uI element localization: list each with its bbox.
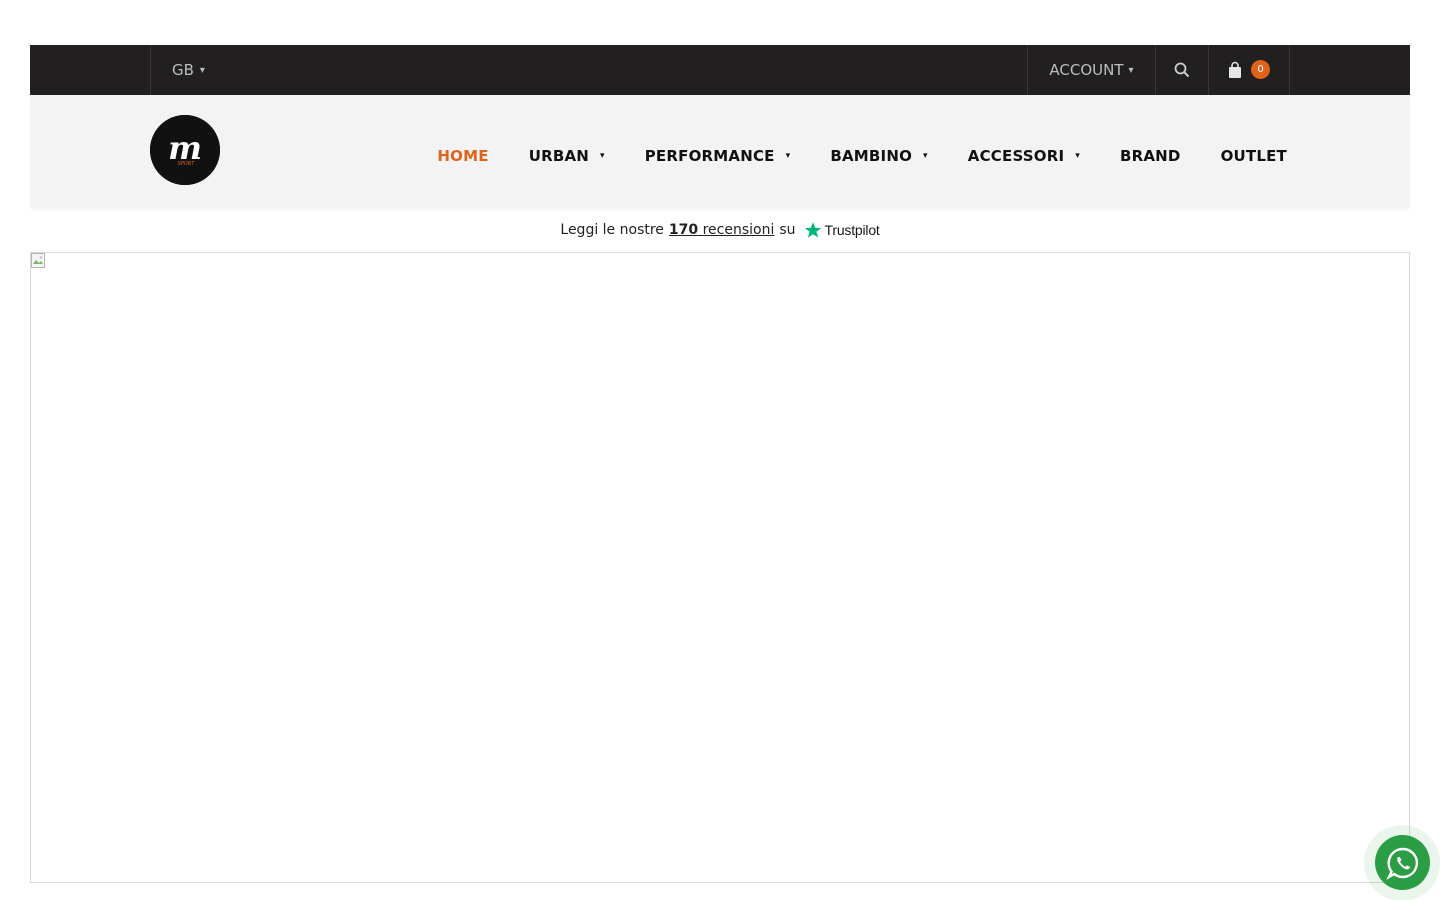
svg-text:SPORT: SPORT [178, 161, 196, 167]
reviews-count: 170 [668, 222, 699, 238]
chevron-down-icon: ▾ [923, 151, 928, 161]
nav-label: BAMBINO [830, 147, 913, 165]
language-selector[interactable]: GB ▾ [150, 45, 270, 95]
broken-image-icon [31, 253, 45, 268]
search-button[interactable] [1155, 45, 1208, 95]
trustpilot-logo[interactable]: Trustpilot [804, 221, 880, 239]
chevron-down-icon: ▾ [1075, 151, 1080, 161]
nav-label: HOME [437, 147, 489, 165]
site-logo[interactable]: m SPORT [150, 115, 220, 185]
cart-icon [1229, 61, 1241, 78]
logo-mark: m SPORT [150, 115, 220, 185]
star-icon [804, 222, 821, 238]
top-bar: GB ▾ ACCOUNT ▾ 0 [30, 45, 1410, 95]
nav-label: OUTLET [1220, 147, 1287, 165]
nav-home[interactable]: HOME [437, 147, 488, 165]
whatsapp-icon [1385, 847, 1418, 880]
chevron-down-icon: ▾ [600, 151, 605, 161]
reviews-link[interactable]: 170 recensioni [669, 222, 774, 238]
whatsapp-button[interactable] [1375, 835, 1430, 890]
search-icon [1174, 62, 1190, 78]
reviews-strip: Leggi le nostre 170 recensioni su Trustp… [0, 216, 1440, 244]
hero-banner[interactable] [30, 252, 1410, 883]
nav-label: PERFORMANCE [644, 147, 775, 165]
language-label: GB [172, 61, 194, 79]
chevron-down-icon: ▾ [785, 151, 791, 161]
reviews-suffix: su [779, 222, 796, 238]
cart-count-badge: 0 [1251, 60, 1270, 79]
top-bar-actions: ACCOUNT ▾ 0 [1027, 45, 1290, 95]
nav-outlet[interactable]: OUTLET [1221, 147, 1287, 165]
nav-label: BRAND [1119, 147, 1181, 165]
reviews-link-word: recensioni [702, 222, 775, 238]
nav-performance[interactable]: PERFORMANCE ▾ [645, 147, 791, 165]
nav-label: ACCESSORI [967, 147, 1065, 165]
nav-label: URBAN [528, 147, 590, 165]
nav-urban[interactable]: URBAN ▾ [529, 147, 605, 165]
nav-brand[interactable]: BRAND [1120, 147, 1181, 165]
reviews-prefix: Leggi le nostre [560, 222, 664, 238]
main-nav: HOME URBAN ▾ PERFORMANCE ▾ BAMBINO ▾ ACC… [437, 147, 1287, 165]
account-menu[interactable]: ACCOUNT ▾ [1027, 45, 1155, 95]
chevron-down-icon: ▾ [199, 64, 205, 76]
chevron-down-icon: ▾ [1128, 64, 1134, 76]
cart-button[interactable]: 0 [1208, 45, 1290, 95]
main-header: m SPORT HOME URBAN ▾ PERFORMANCE ▾ BAMBI… [30, 95, 1410, 207]
trustpilot-wordmark: Trustpilot [824, 222, 880, 238]
nav-accessori[interactable]: ACCESSORI ▾ [968, 147, 1080, 165]
nav-bambino[interactable]: BAMBINO ▾ [830, 147, 927, 165]
account-label: ACCOUNT [1049, 61, 1124, 79]
